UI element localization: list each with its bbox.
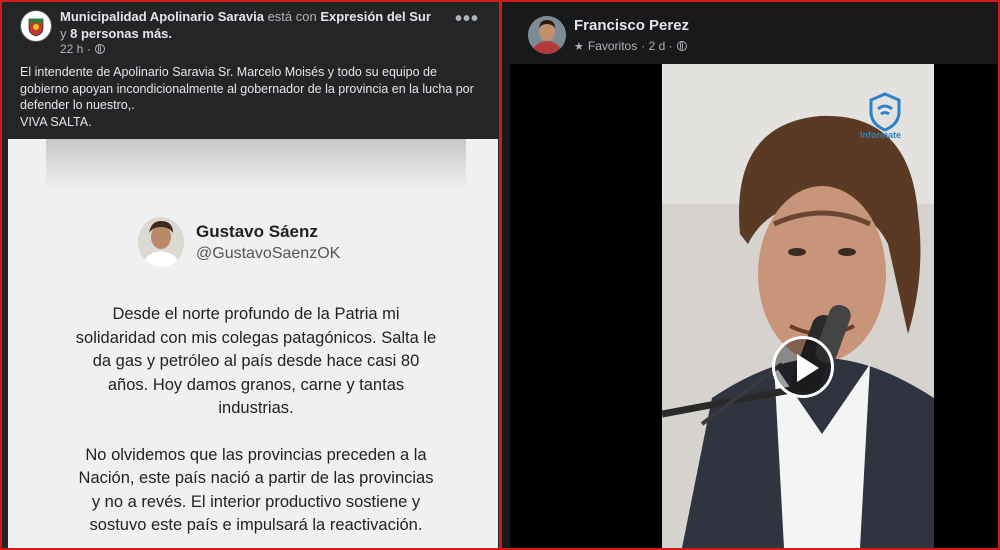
- municipality-avatar[interactable]: [20, 10, 52, 42]
- post-meta: ★ Favoritos · 2 d ·: [574, 39, 687, 53]
- brand-logo-icon: [868, 92, 902, 132]
- audience-label[interactable]: Favoritos: [588, 39, 637, 53]
- and-text: y: [60, 26, 67, 41]
- post-header: Municipalidad Apolinario Saravia está co…: [2, 2, 499, 137]
- tagged-others[interactable]: 8 personas más.: [70, 26, 172, 41]
- panel-divider: [499, 0, 502, 550]
- post-author-name[interactable]: Francisco Perez: [574, 17, 689, 34]
- municipality-logo-icon: [22, 12, 50, 40]
- star-icon: ★: [574, 40, 584, 53]
- post-text-line: gobierno apoyan incondicionalmente al go…: [20, 81, 474, 96]
- post-meta: 22 h ·: [60, 42, 105, 56]
- post-text-line: defender lo nuestro,.: [20, 98, 135, 112]
- globe-icon: [94, 44, 105, 54]
- post-text-line: VIVA SALTA.: [20, 114, 92, 129]
- more-options-icon[interactable]: •••: [455, 8, 479, 31]
- post-time[interactable]: · 2 d ·: [641, 39, 672, 53]
- person-photo-icon: [528, 16, 566, 54]
- post-left: Municipalidad Apolinario Saravia está co…: [2, 2, 499, 548]
- post-right: Francisco Perez ★ Favoritos · 2 d · Info…: [502, 2, 998, 548]
- shared-tweet-image[interactable]: Gustavo Sáenz @GustavoSaenzOK Desde el n…: [8, 139, 498, 548]
- brand-logo-text: Informate: [860, 130, 902, 140]
- with-text: está con: [267, 9, 317, 24]
- person-photo-icon: [138, 217, 184, 267]
- video-player[interactable]: Informate: [510, 64, 998, 548]
- tagged-page[interactable]: Expresión del Sur: [320, 9, 431, 24]
- post-text: El intendente de Apolinario Saravia Sr. …: [20, 64, 490, 130]
- image-shadow: [46, 139, 466, 191]
- post-author-line: Municipalidad Apolinario Saravia está co…: [60, 8, 440, 42]
- tweet-handle: @GustavoSaenzOK: [196, 245, 341, 262]
- post-text-line: El intendente de Apolinario Saravia Sr. …: [20, 65, 437, 79]
- tweet-author-name: Gustavo Sáenz: [196, 222, 318, 241]
- tweet-paragraph: Desde el norte profundo de la Patria mi …: [75, 305, 437, 417]
- globe-icon: [676, 41, 687, 51]
- tweet-avatar: [138, 217, 184, 267]
- play-icon[interactable]: [772, 336, 834, 398]
- post-author-name[interactable]: Municipalidad Apolinario Saravia: [60, 9, 264, 24]
- tweet-paragraph: No olvidemos que las provincias preceden…: [78, 445, 434, 535]
- tweet-body: Desde el norte profundo de la Patria mi …: [74, 303, 438, 548]
- francisco-avatar[interactable]: [528, 16, 566, 54]
- post-time[interactable]: 22 h ·: [60, 42, 91, 56]
